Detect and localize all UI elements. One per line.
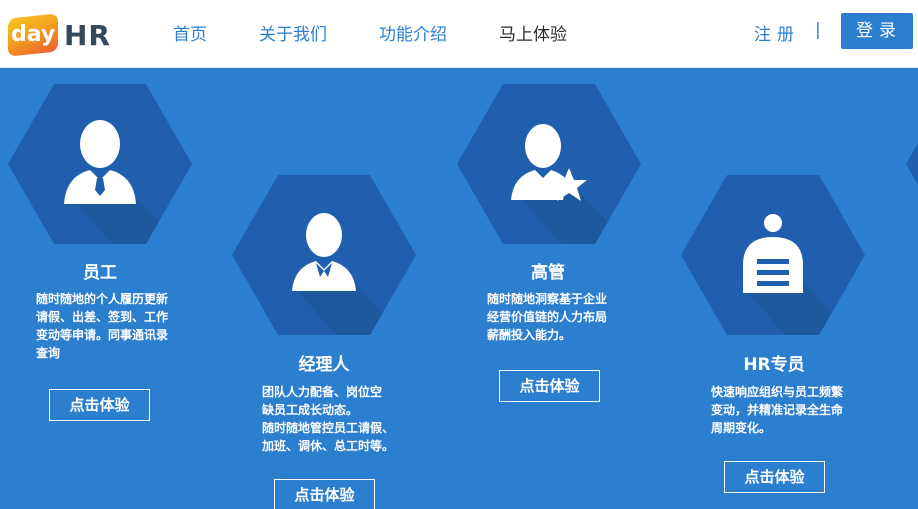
nav-features[interactable]: 功能介绍 <box>379 20 447 45</box>
next-card-hexagon-partial <box>906 143 918 185</box>
card-desc-manager: 团队人力配备、岗位空 缺员工成长动态。 随时随地管控员工请假、 加班、调休、总工… <box>262 385 395 453</box>
hr-specialist-hexagon <box>681 175 865 335</box>
card-title-employee: 员工 <box>83 263 117 283</box>
card-desc-employee: 随时随地的个人履历更新 请假、出差、签到、工作 变动等申请。同事通讯录 查询 <box>36 292 169 360</box>
card-desc-executive: 随时随地洞察基于企业 经营价值链的人力布局 薪酬投入能力。 <box>487 292 608 342</box>
top-header: day HR 首页 关于我们 功能介绍 马上体验 注册 | 登录 <box>0 0 918 68</box>
employee-hexagon <box>8 84 192 244</box>
card-desc-hr-specialist: 快速响应组织与员工频繁 变动，并精准记录全生命 周期变化。 <box>711 385 844 435</box>
try-button-executive[interactable]: 点击体验 <box>499 370 600 402</box>
card-title-manager: 经理人 <box>298 355 350 375</box>
nav-try-now[interactable]: 马上体验 <box>499 20 567 45</box>
manager-hexagon <box>232 175 416 335</box>
try-button-employee[interactable]: 点击体验 <box>49 389 150 421</box>
nav-divider: | <box>815 20 821 40</box>
login-button[interactable]: 登录 <box>841 13 913 49</box>
card-title-executive: 高管 <box>531 263 565 283</box>
nav-home[interactable]: 首页 <box>173 20 207 45</box>
nav-about-us[interactable]: 关于我们 <box>259 20 327 45</box>
executive-hexagon <box>457 84 641 244</box>
card-title-hr-specialist: HR专员 <box>743 355 805 375</box>
register-link[interactable]: 注册 <box>754 20 800 45</box>
try-button-hr-specialist[interactable]: 点击体验 <box>724 461 825 493</box>
try-button-manager[interactable]: 点击体验 <box>274 479 375 509</box>
